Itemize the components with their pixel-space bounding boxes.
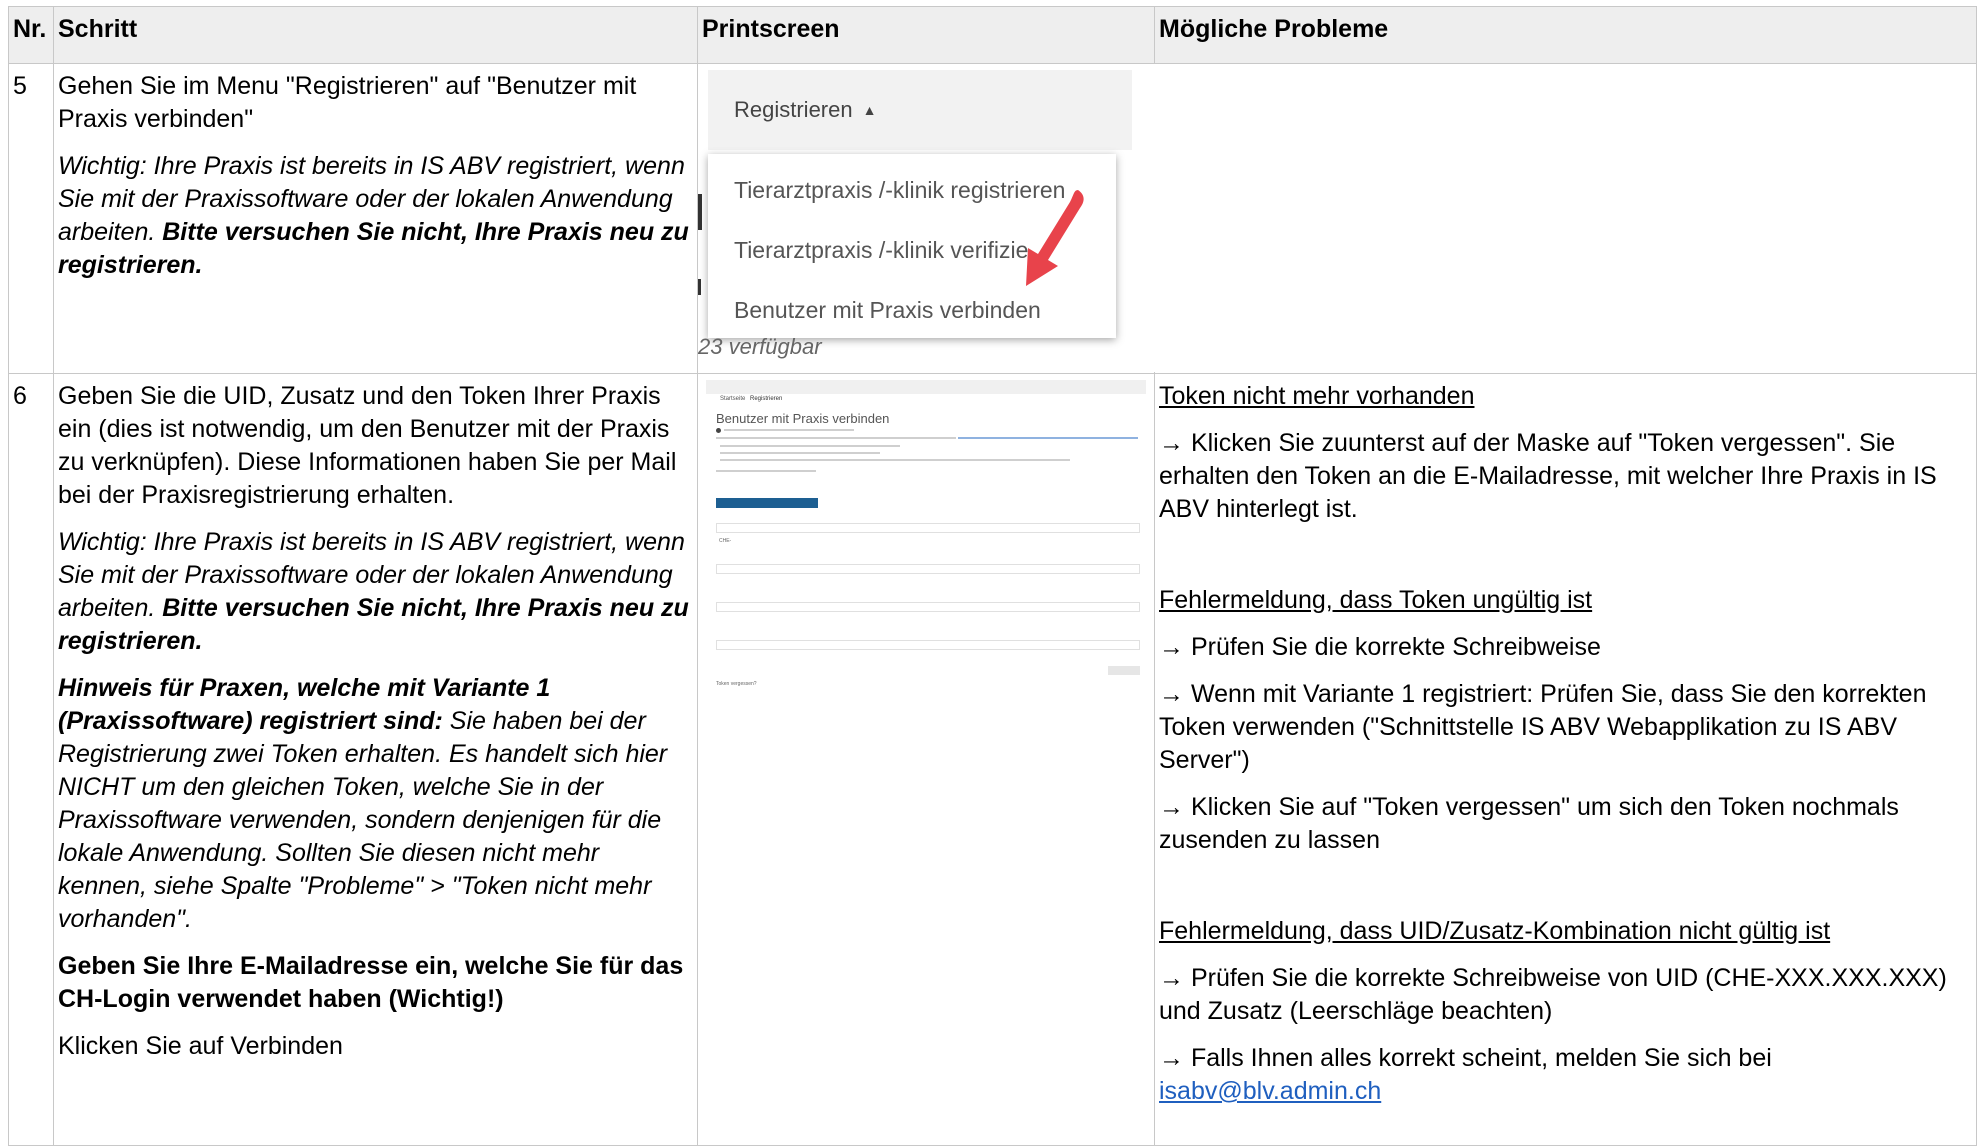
- support-email-link[interactable]: isabv@blv.admin.ch: [1159, 1077, 1381, 1105]
- header-printscreen: Printscreen: [697, 6, 1155, 64]
- already-connected-button[interactable]: [716, 498, 818, 508]
- problem-heading-token-missing: Token nicht mehr vorhanden: [1159, 382, 1475, 410]
- row6-step-warning: Wichtig: Ihre Praxis ist bereits in IS A…: [58, 526, 693, 658]
- row5-printscreen: Registrieren ▲ Tierarztpraxis /-klinik re…: [697, 63, 1155, 374]
- table-header-row: Nr. Schritt Printscreen Mögliche Problem…: [8, 6, 1977, 64]
- register-menu-header[interactable]: Registrieren ▲: [708, 70, 1132, 150]
- menu-item-connect-user[interactable]: Benutzer mit Praxis verbinden: [734, 294, 1041, 327]
- problem-token-missing-text: → Klicken Sie zuunterst auf der Maske au…: [1159, 429, 1937, 523]
- problem-heading-token-invalid: Fehlermeldung, dass Token ungültig ist: [1159, 586, 1593, 614]
- problem-uid-invalid-text-2: → Falls Ihnen alles korrekt scheint, mel…: [1159, 1042, 1972, 1108]
- table-row-5: 5 Gehen Sie im Menu "Registrieren" auf "…: [8, 63, 1977, 374]
- row6-printscreen: Startseite Registrieren Benutzer mit Pra…: [697, 373, 1155, 1146]
- row6-hint-italic: Sie haben bei der Registrierung zwei Tok…: [58, 707, 668, 933]
- row6-step-email: Geben Sie Ihre E-Mailadresse ein, welche…: [58, 952, 684, 1013]
- row6-step-connect: Klicken Sie auf Verbinden: [58, 1032, 343, 1060]
- uid-prefix: CHE-: [719, 538, 732, 544]
- instruction-table: Nr. Schritt Printscreen Mögliche Problem…: [8, 6, 1977, 1146]
- form-text-line: [720, 459, 1070, 461]
- background-text-fragment: 23 verfügbar: [698, 334, 822, 359]
- form-link-line: [958, 437, 1138, 439]
- row5-problems: [1154, 63, 1977, 374]
- row5-step: Gehen Sie im Menu "Registrieren" auf "Be…: [53, 63, 698, 374]
- row5-step-warning: Wichtig: Ihre Praxis ist bereits in IS A…: [58, 150, 693, 282]
- row6-step: Geben Sie die UID, Zusatz und den Token …: [53, 373, 698, 1146]
- row6-step-hint: Hinweis für Praxen, welche mit Variante …: [58, 672, 693, 936]
- form-text-line: [720, 452, 880, 454]
- info-icon: [716, 428, 721, 433]
- problem-token-invalid-text-2: → Wenn mit Variante 1 registriert: Prüfe…: [1159, 680, 1927, 774]
- token-input[interactable]: [716, 602, 1140, 612]
- row5-nr: 5: [8, 63, 54, 374]
- screenshot-connect-form: Startseite Registrieren Benutzer mit Pra…: [706, 380, 1146, 687]
- row6-problems: Token nicht mehr vorhanden → Klicken Sie…: [1154, 373, 1977, 1146]
- form-text-line: [720, 445, 900, 447]
- email-input[interactable]: [716, 640, 1140, 650]
- form-text-line: [724, 429, 854, 431]
- header-step: Schritt: [53, 6, 698, 64]
- problem-token-invalid-text-3: → Klicken Sie auf "Token vergessen" um s…: [1159, 793, 1899, 854]
- menu-item-verify-practice[interactable]: Tierarztpraxis /-klinik verifizie: [734, 234, 1028, 267]
- register-menu-title: Registrieren: [734, 97, 853, 122]
- connect-button[interactable]: [1108, 666, 1140, 675]
- forgot-token-link[interactable]: Token vergessen?: [716, 668, 757, 701]
- chevron-up-icon: ▲: [862, 102, 877, 118]
- table-row-6: 6 Geben Sie die UID, Zusatz und den Toke…: [8, 373, 1977, 1146]
- problem-heading-uid-invalid: Fehlermeldung, dass UID/Zusatz-Kombinati…: [1159, 917, 1831, 945]
- contact-text: → Falls Ihnen alles korrekt scheint, mel…: [1159, 1044, 1772, 1072]
- row5-step-text: Gehen Sie im Menu "Registrieren" auf "Be…: [58, 72, 637, 133]
- red-arrow-icon: [1026, 190, 1084, 286]
- background-text-fragment: [698, 279, 701, 295]
- row6-nr: 6: [8, 373, 54, 1146]
- form-text-line: [716, 470, 816, 472]
- row6-step-text: Geben Sie die UID, Zusatz und den Token …: [58, 382, 677, 509]
- zusatz-input[interactable]: [716, 564, 1140, 574]
- header-problems: Mögliche Probleme: [1154, 6, 1977, 64]
- problem-uid-invalid-text-1: → Prüfen Sie die korrekte Schreibweise v…: [1159, 964, 1947, 1025]
- background-text-fragment: [698, 194, 702, 230]
- form-text-line: [716, 437, 956, 439]
- header-nr: Nr.: [8, 6, 54, 64]
- uid-input[interactable]: CHE-: [716, 523, 1140, 544]
- screenshot-register-menu: Registrieren ▲ Tierarztpraxis /-klinik re…: [698, 64, 1155, 372]
- problem-token-invalid-text-1: → Prüfen Sie die korrekte Schreibweise: [1159, 633, 1601, 661]
